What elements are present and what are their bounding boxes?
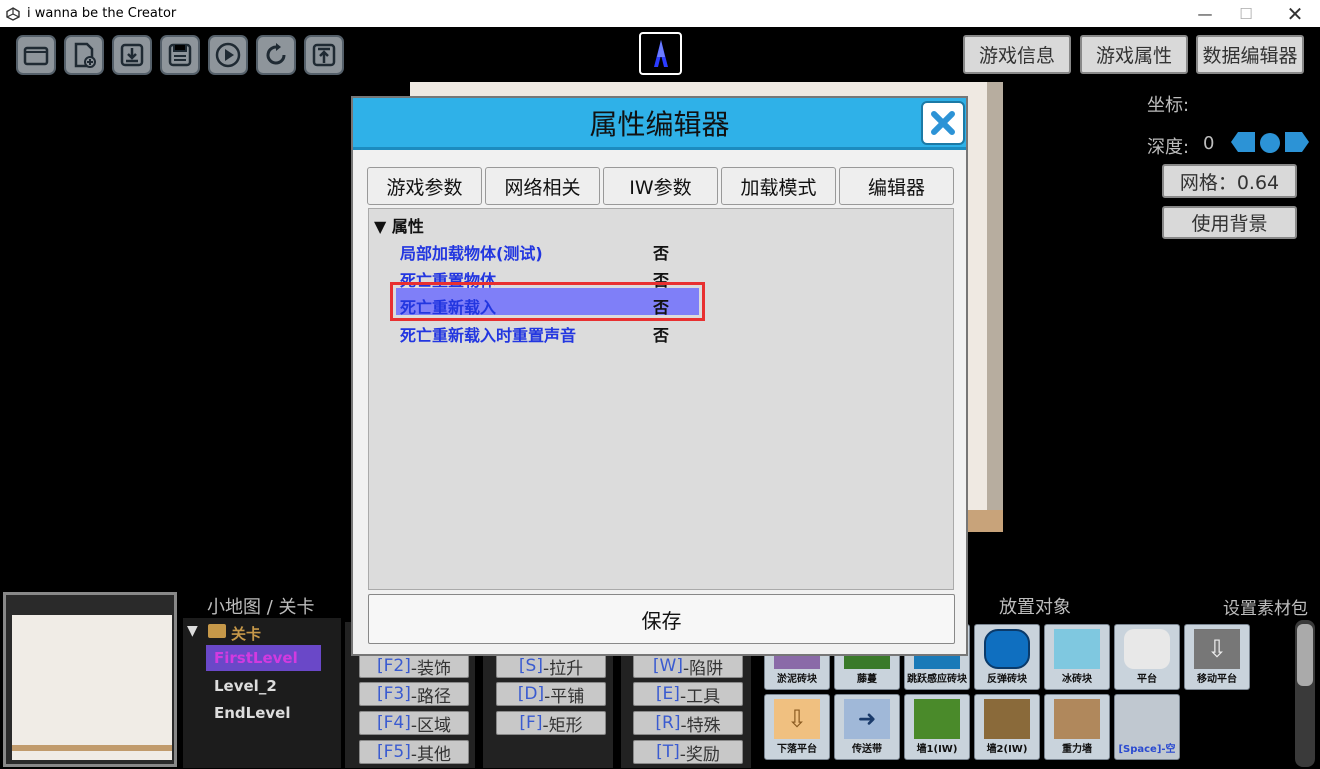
grid-size-button[interactable]: 网格：0.64 [1162,164,1297,198]
objects-scrollbar[interactable] [1295,620,1315,767]
property-name[interactable]: 局部加载物体(测试) [400,240,543,264]
category-tool-button[interactable]: [E] -工具 [633,682,743,707]
property-value[interactable]: 否 [653,240,669,264]
property-value[interactable]: 否 [653,294,669,318]
folder-icon [208,624,226,638]
minimize-icon[interactable]: — [1182,0,1228,27]
property-list: ▼ 属性 局部加载物体(测试) 否 死亡重置物体 否 死亡重新载入 否 死亡重新… [368,208,954,590]
data-editor-button[interactable]: 数据编辑器 [1196,35,1304,74]
set-asset-pack-label[interactable]: 设置素材包 [1223,594,1308,619]
unity-logo-icon [6,6,20,21]
moving-platform-icon: ⇩ [1194,629,1240,669]
object-tile[interactable]: ⇩ 下落平台 [764,694,830,760]
import-button[interactable] [112,35,152,75]
object-tile[interactable]: 墙1(IW) [904,694,970,760]
save-button[interactable] [160,35,200,75]
depth-down-icon[interactable] [1230,131,1256,153]
category-area-button[interactable]: [F4] -区域 [359,711,469,736]
save-properties-button[interactable]: 保存 [368,594,955,644]
play-button[interactable] [208,35,248,75]
minimap[interactable] [3,592,177,767]
bounce-block-icon [984,629,1030,669]
level-item[interactable]: EndLevel [214,704,291,722]
close-icon [931,111,955,135]
properties-section-header[interactable]: ▼ 属性 [374,213,424,237]
object-tile[interactable]: 平台 [1114,624,1180,690]
platform-icon [1124,629,1170,669]
property-name[interactable]: 死亡重新载入时重置声音 [400,322,576,346]
depth-up-icon[interactable] [1284,131,1310,153]
category-special-button[interactable]: [R] -特殊 [633,711,743,736]
object-tile[interactable]: ⇩ 移动平台 [1184,624,1250,690]
refresh-button[interactable] [256,35,296,75]
wall1-icon [914,699,960,739]
property-value[interactable]: 否 [653,322,669,346]
new-file-button[interactable] [64,35,104,75]
property-name[interactable]: 死亡重新载入 [400,294,496,318]
object-tile[interactable]: 重力墙 [1044,694,1110,760]
wall2-icon [984,699,1030,739]
folder-icon [23,46,49,66]
depth-label: 深度: [1147,137,1190,158]
category-decor-button[interactable]: [F2] -装饰 [359,654,469,679]
category-trap-button[interactable]: [W] -陷阱 [633,654,743,679]
window-title: i wanna be the Creator [27,6,177,21]
download-icon [120,43,144,67]
minimap-levels-label: 小地图 / 关卡 [207,597,315,618]
close-dialog-button[interactable] [921,101,965,145]
tab-load-mode[interactable]: 加载模式 [721,167,836,205]
category-path-button[interactable]: [F3] -路径 [359,682,469,707]
play-icon [215,42,241,68]
refresh-icon [266,43,286,65]
tab-network[interactable]: 网络相关 [485,167,600,205]
depth-value: 0 [1203,133,1215,154]
coords-label: 坐标: [1147,95,1190,116]
tool-stretch-button[interactable]: [S] -拉升 [496,654,606,679]
object-tile[interactable]: 墙2(IW) [974,694,1040,760]
title-bar: i wanna be the Creator — ☐ ✕ [0,0,1320,27]
scrollbar-thumb[interactable] [1297,624,1313,686]
open-folder-button[interactable] [16,35,56,75]
conveyor-icon: ➜ [844,699,890,739]
canvas-wall [987,82,1003,532]
tool-rect-button[interactable]: [F] -矩形 [496,711,606,736]
dialog-title: 属性编辑器 [589,107,730,141]
new-file-icon [74,42,96,68]
player-avatar-icon[interactable] [639,32,682,75]
save-icon [168,43,192,67]
dialog-header: 属性编辑器 [353,98,966,150]
gravity-wall-icon [1054,699,1100,739]
property-editor-dialog: 属性编辑器 游戏参数 网络相关 IW参数 加载模式 编辑器 ▼ 属性 局部加载物… [351,96,968,656]
export-button[interactable] [304,35,344,75]
place-objects-label: 放置对象 [999,597,1071,618]
depth-reset-icon[interactable] [1260,133,1280,153]
game-properties-button[interactable]: 游戏属性 [1080,35,1188,74]
upload-icon [312,43,336,67]
category-other-button[interactable]: [F5] -其他 [359,740,469,765]
category-reward-button[interactable]: [T] -奖励 [633,740,743,765]
tab-game-params[interactable]: 游戏参数 [367,167,482,205]
falling-platform-icon: ⇩ [774,699,820,739]
tab-iw-params[interactable]: IW参数 [603,167,718,205]
minimap-ground [12,745,172,751]
object-tile[interactable]: ➜ 传送带 [834,694,900,760]
levels-folder[interactable]: 关卡 [231,623,261,644]
object-tile[interactable]: 反弹砖块 [974,624,1040,690]
game-info-button[interactable]: 游戏信息 [963,35,1071,74]
expand-arrow-icon[interactable]: ▼ [187,623,198,639]
tool-tile-button[interactable]: [D] -平铺 [496,682,606,707]
level-list: ▼ 关卡 FirstLevel Level_2 EndLevel [183,618,341,768]
use-background-button[interactable]: 使用背景 [1162,206,1297,239]
ice-block-icon [1054,629,1100,669]
close-window-icon[interactable]: ✕ [1272,0,1318,27]
level-item[interactable]: Level_2 [214,677,277,695]
level-item[interactable]: FirstLevel [214,649,298,667]
tab-editor[interactable]: 编辑器 [839,167,954,205]
object-tile[interactable]: [Space]-空 [1114,694,1180,760]
minimap-view [12,615,172,760]
object-tile[interactable]: 冰砖块 [1044,624,1110,690]
maximize-icon[interactable]: ☐ [1223,0,1269,27]
